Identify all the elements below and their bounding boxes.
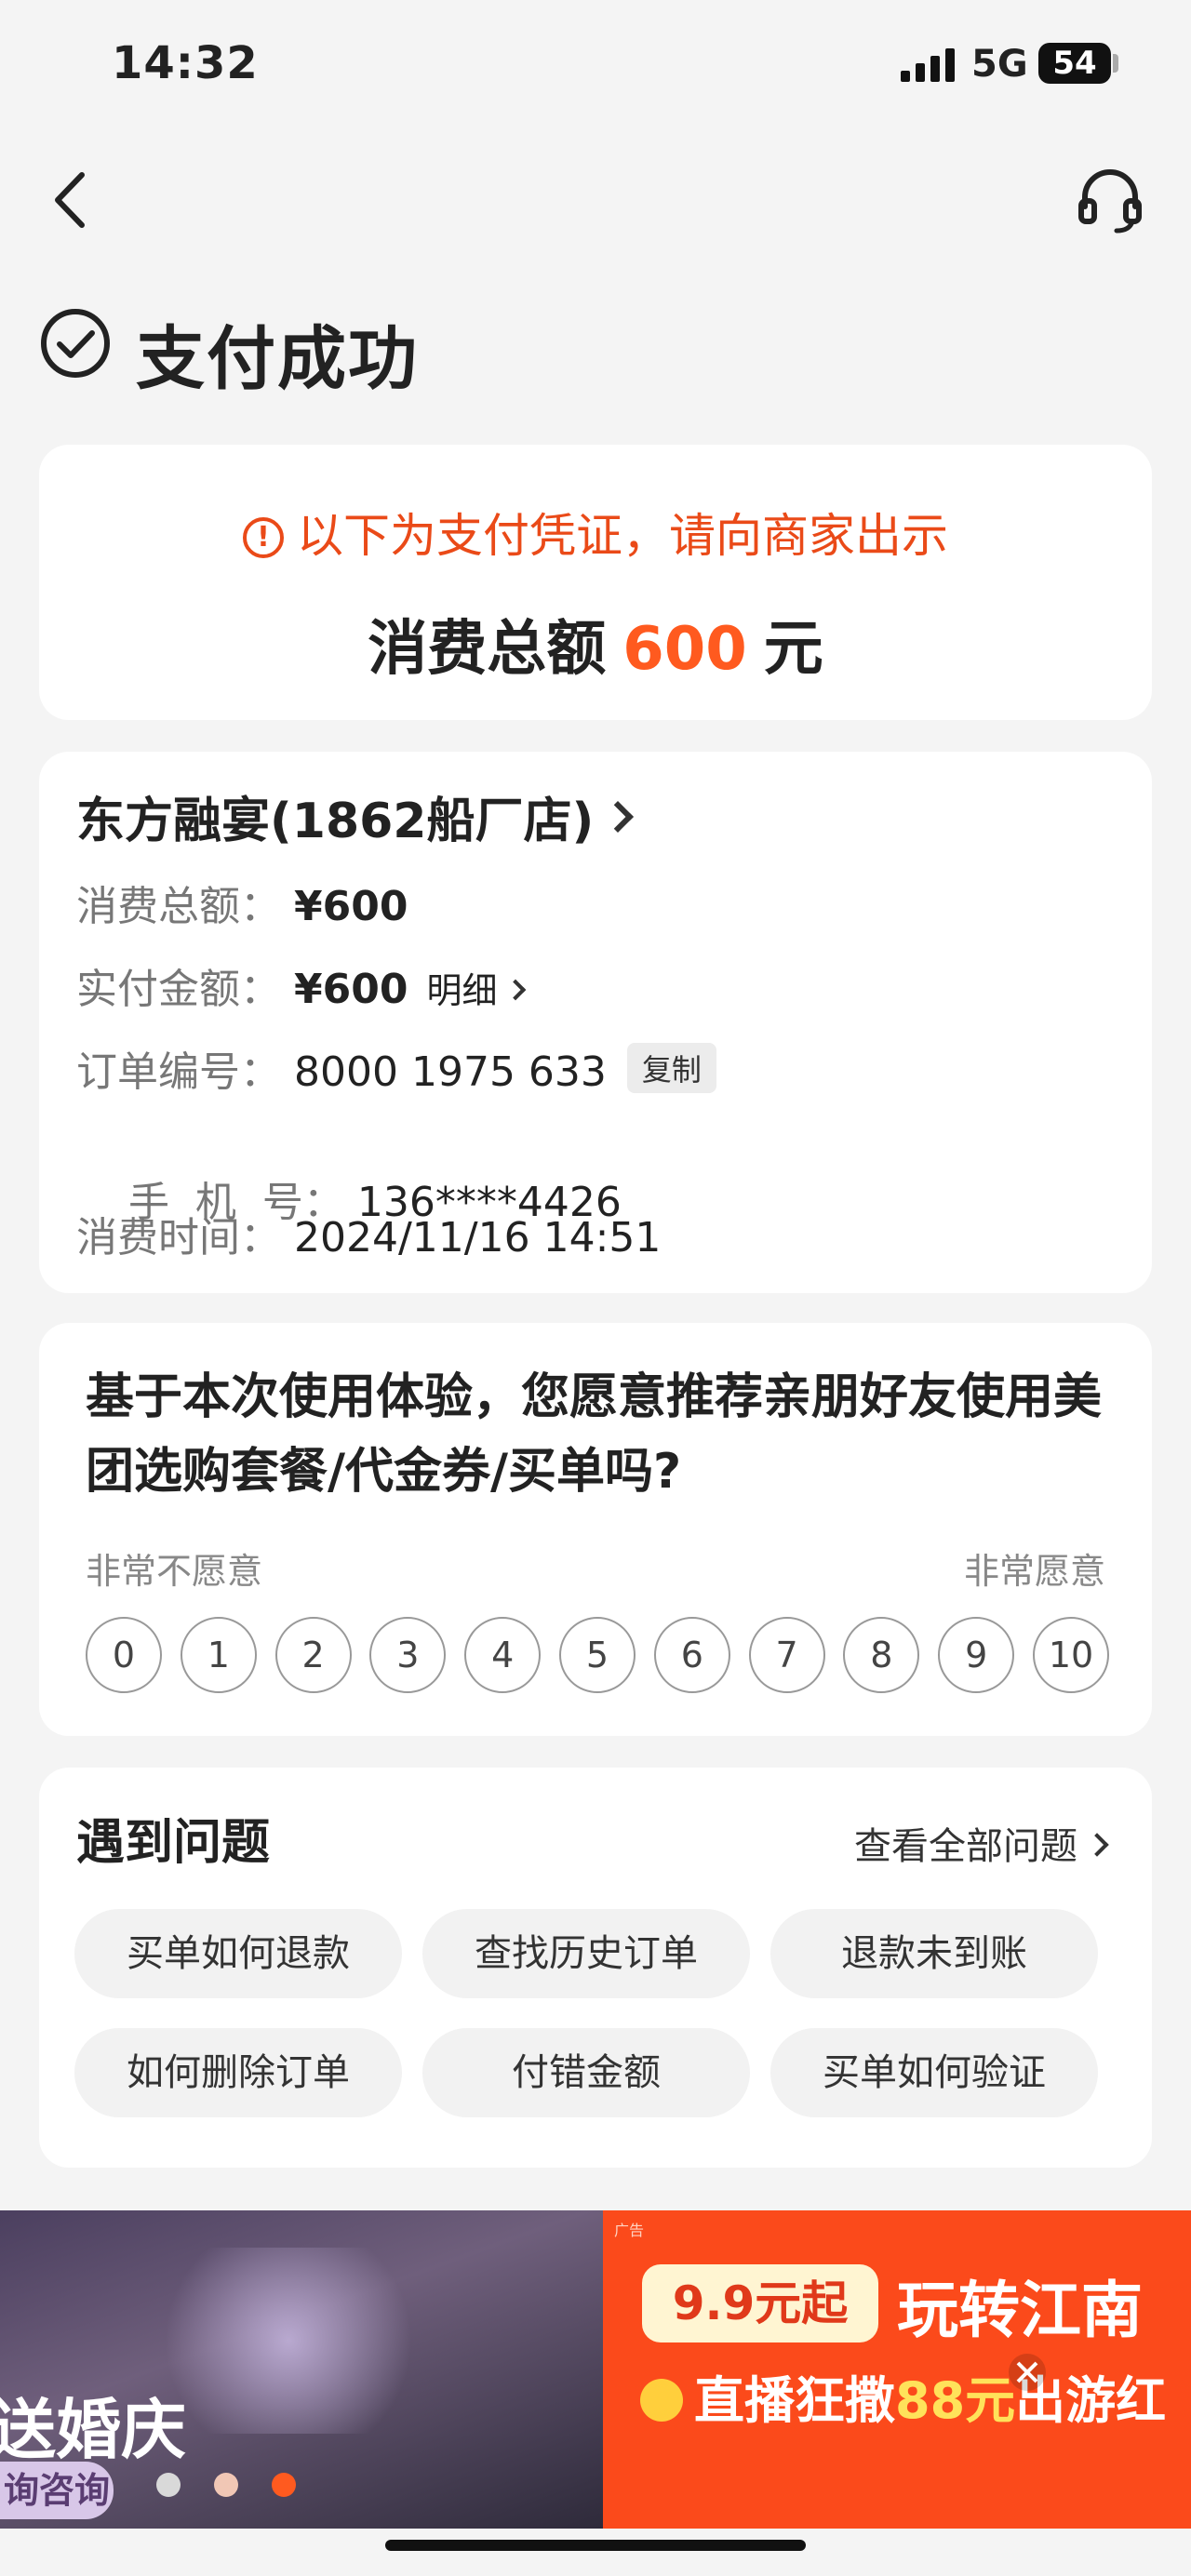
score-option[interactable]: 9	[938, 1617, 1015, 1693]
score-option[interactable]: 7	[748, 1617, 825, 1693]
carousel-dot[interactable]	[156, 2473, 181, 2497]
survey-card: 基于本次使用体验，您愿意推荐亲朋好友使用美团选购套餐/代金券/买单吗? 非常不愿…	[39, 1323, 1152, 1736]
total-value: 600	[622, 615, 747, 684]
order-row-paid: 实付金额： ¥600 明细	[76, 955, 527, 1015]
chevron-right-icon	[505, 979, 527, 1001]
row-value: ¥600	[294, 883, 408, 930]
order-card: 东方融宴(1862船厂店) 消费总额： ¥600 实付金额： ¥600 明细 订单编号…	[39, 752, 1152, 1293]
detail-label: 明细	[426, 970, 498, 1011]
score-option[interactable]: 4	[464, 1617, 542, 1693]
status-time: 14:32	[112, 37, 259, 89]
page-title: 支付成功	[136, 319, 419, 399]
signal-icon	[901, 48, 955, 82]
problem-chip[interactable]: 查找历史订单	[422, 1909, 750, 1998]
alert-icon: !	[243, 517, 284, 558]
ad-consult-button[interactable]: 询咨询	[0, 2462, 114, 2519]
row-label: 实付金额：	[76, 966, 281, 1013]
total-unit: 元	[763, 615, 823, 684]
row-value: 8000 1975 633	[294, 1048, 607, 1096]
check-circle-icon	[41, 309, 110, 378]
carousel-dot-active[interactable]	[272, 2473, 296, 2497]
ad-wedding-slide[interactable]: 送婚庆 询咨询	[0, 2210, 603, 2529]
close-icon[interactable]	[1007, 2352, 1048, 2393]
row-value: 2024/11/16 14:51	[294, 1214, 662, 1261]
problem-chip[interactable]: 付错金额	[422, 2028, 750, 2117]
score-option[interactable]: 3	[369, 1617, 447, 1693]
copy-button[interactable]: 复制	[626, 1043, 716, 1093]
total-amount: 消费总额 600 元	[39, 601, 1152, 687]
voucher-card: ! 以下为支付凭证，请向商家出示 消费总额 600 元	[39, 445, 1152, 720]
problems-card: 遇到问题 查看全部问题 买单如何退款 查找历史订单 退款未到账 如何删除订单 付…	[39, 1768, 1152, 2168]
coin-icon	[640, 2379, 683, 2422]
view-all-label: 查看全部问题	[854, 1825, 1077, 1868]
problems-title: 遇到问题	[76, 1815, 271, 1871]
score-options: 0 1 2 3 4 5 6 7 8 9 10	[86, 1617, 1109, 1695]
battery-icon: 54	[1038, 43, 1111, 84]
row-label: 消费总额：	[76, 883, 281, 930]
problem-chip[interactable]: 如何删除订单	[74, 2028, 402, 2117]
survey-right-label: 非常愿意	[963, 1551, 1105, 1592]
carousel-dot[interactable]	[214, 2473, 238, 2497]
row-value: ¥600	[294, 966, 408, 1013]
order-row-total: 消费总额： ¥600	[76, 873, 408, 932]
total-prefix: 消费总额	[368, 615, 607, 684]
problem-chip[interactable]: 买单如何验证	[770, 2028, 1098, 2117]
score-option[interactable]: 8	[843, 1617, 920, 1693]
score-option[interactable]: 0	[86, 1617, 162, 1693]
survey-question: 基于本次使用体验，您愿意推荐亲朋好友使用美团选购套餐/代金券/买单吗?	[86, 1369, 1103, 1500]
shop-name: 东方融宴(1862船厂店)	[76, 794, 595, 849]
view-all-problems-link[interactable]: 查看全部问题	[854, 1816, 1109, 1870]
chevron-right-icon	[602, 801, 635, 833]
detail-link[interactable]: 明细	[426, 970, 527, 1011]
order-row-time: 消费时间： 2024/11/16 14:51	[76, 1204, 661, 1263]
score-option[interactable]: 2	[274, 1617, 352, 1693]
row-label: 订单编号：	[76, 1048, 281, 1096]
ad-price-badge: 9.9元起	[642, 2264, 878, 2342]
home-indicator[interactable]	[385, 2540, 806, 2551]
ad-travel-slide[interactable]: 9.9元起 玩转江南 直播狂撒88元出游红	[603, 2210, 1191, 2529]
score-option[interactable]: 1	[180, 1617, 257, 1693]
shop-link[interactable]: 东方融宴(1862船厂店)	[76, 781, 635, 851]
score-option[interactable]: 5	[559, 1617, 636, 1693]
problem-chip[interactable]: 退款未到账	[770, 1909, 1098, 1998]
problem-chip[interactable]: 买单如何退款	[74, 1909, 402, 1998]
notice-text: 以下为支付凭证，请向商家出示	[297, 509, 948, 563]
network-label: 5G	[971, 43, 1028, 86]
score-option[interactable]: 6	[653, 1617, 730, 1693]
chevron-right-icon	[1085, 1833, 1109, 1857]
battery-tip	[1113, 54, 1118, 73]
order-row-number: 订单编号： 8000 1975 633 复制	[76, 1038, 716, 1098]
survey-left-label: 非常不愿意	[86, 1551, 263, 1592]
ad-banner[interactable]: 送婚庆 询咨询 9.9元起 玩转江南 直播狂撒88元出游红 广告	[0, 2210, 1191, 2529]
ad-left-text: 送婚庆	[0, 2392, 186, 2468]
headset-icon[interactable]	[1076, 166, 1144, 234]
ad-slogan: 玩转江南	[897, 2275, 1143, 2346]
score-option[interactable]: 10	[1033, 1617, 1109, 1693]
ad-subtitle: 直播狂撒88元出游红	[640, 2359, 1166, 2433]
ad-sub-b: 88元	[895, 2371, 1016, 2430]
row-label: 消费时间：	[76, 1214, 281, 1261]
ad-tag: 广告	[614, 2222, 645, 2239]
back-icon[interactable]	[47, 167, 93, 233]
ad-sub-a: 直播狂撒	[694, 2371, 895, 2430]
voucher-notice: ! 以下为支付凭证，请向商家出示	[39, 499, 1152, 566]
